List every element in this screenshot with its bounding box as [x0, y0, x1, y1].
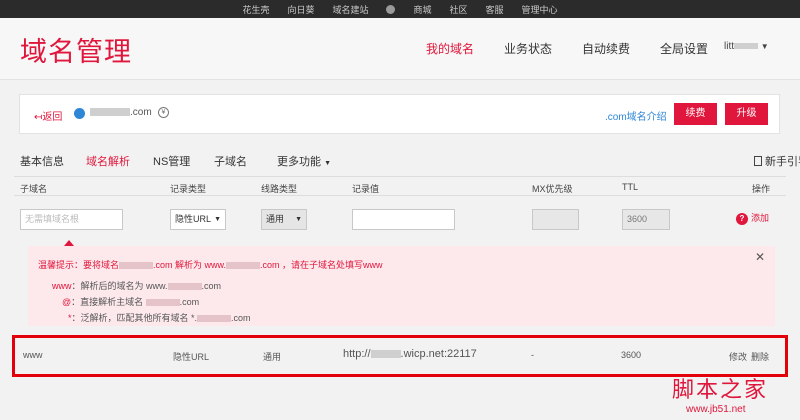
topbar-link-xiangrikui[interactable]: 向日葵 — [287, 3, 314, 16]
document-icon — [754, 156, 762, 166]
col-line-type: 线路类型 — [261, 184, 298, 194]
chevron-down-icon: ▼ — [214, 216, 221, 223]
watermark-url: www.jb51.net — [686, 404, 746, 415]
col-ttl: TTL — [622, 182, 639, 192]
chevron-down-icon: ▼ — [295, 216, 302, 223]
nav-business-status[interactable]: 业务状态 — [504, 40, 552, 57]
globe-icon — [74, 108, 85, 119]
line-type-value: 通用 — [266, 214, 285, 224]
record-ttl: 3600 — [621, 350, 642, 360]
topbar-link-huashengke[interactable]: 花生壳 — [242, 3, 269, 16]
chevron-down-icon: ▼ — [324, 160, 331, 167]
nav-global-settings[interactable]: 全局设置 — [660, 40, 708, 57]
topbar-link-shop[interactable]: 商城 — [413, 3, 431, 16]
upgrade-button[interactable]: 升级 — [725, 103, 768, 125]
close-icon[interactable]: ✕ — [755, 250, 765, 264]
new-record-form: 无需填域名根 隐性URL ▼ 通用 ▼ 3600 ? 添加 — [14, 200, 786, 240]
records-table-header: 子域名 记录类型 线路类型 记录值 MX优先级 TTL 操作 — [14, 176, 786, 196]
record-type-value: 隐性URL — [175, 214, 212, 224]
tip-box: 温馨提示：要将域名 .com 解析为 www. .com ，请在子域名处填写www … — [28, 246, 775, 326]
user-menu[interactable]: litt ▼ — [724, 41, 769, 52]
topbar-link-service[interactable]: 客服 — [486, 3, 504, 16]
question-icon: ? — [736, 213, 748, 225]
beginner-guide-label: 新手引导 — [765, 156, 800, 168]
tab-dns-resolution[interactable]: 域名解析 — [86, 153, 130, 169]
domain-name: .com — [90, 107, 152, 118]
tip-line-at: @：直接解析主域名 .com — [62, 297, 200, 307]
ttl-input[interactable]: 3600 — [622, 209, 670, 230]
renew-button[interactable]: 续费 — [674, 103, 717, 125]
col-subdomain: 子域名 — [20, 184, 48, 194]
tip-title: 温馨提示：要将域名 .com 解析为 www. .com ，请在子域名处填写www — [38, 260, 383, 270]
tab-more-label: 更多功能 — [277, 156, 321, 168]
record-type: 隐性URL — [173, 352, 210, 362]
record-value: http://.wicp.net:22117 — [343, 348, 477, 360]
chevron-down-icon: ▼ — [760, 42, 769, 51]
tab-basic-info[interactable]: 基本信息 — [20, 153, 64, 169]
add-record-button[interactable]: ? 添加 — [736, 211, 769, 225]
domain-suffix: .com — [130, 107, 152, 118]
topbar-link-admin[interactable]: 管理中心 — [522, 3, 558, 16]
subdomain-input[interactable]: 无需填域名根 — [20, 209, 123, 230]
main-nav: 我的域名 业务状态 自动续费 全局设置 — [426, 40, 738, 57]
watermark: 脚本之家 www.jb51.net — [672, 372, 800, 420]
record-subdomain: www — [23, 350, 43, 360]
watermark-logo: 脚本之家 — [672, 378, 769, 403]
mx-priority-input[interactable] — [532, 209, 579, 230]
info-icon[interactable]: ¥ — [158, 107, 169, 118]
topbar-link-domain-site[interactable]: 域名建站 — [332, 3, 368, 16]
tip-line-wildcard: *：泛解析，匹配其他所有域名 *. .com — [68, 313, 251, 323]
col-mx-priority: MX优先级 — [532, 184, 573, 194]
top-site-bar: 花生壳 向日葵 域名建站 商城 社区 客服 管理中心 — [0, 0, 800, 18]
tab-subdomain[interactable]: 子域名 — [214, 153, 247, 169]
record-line: 通用 — [263, 352, 282, 362]
edit-link[interactable]: 修改 — [729, 350, 747, 363]
table-row: www 隐性URL 通用 http://.wicp.net:22117 - 36… — [12, 335, 788, 377]
nav-auto-renew[interactable]: 自动续费 — [582, 40, 630, 57]
tab-more-functions[interactable]: 更多功能 ▼ — [277, 153, 331, 169]
globe-icon — [386, 4, 396, 14]
page-title: 域名管理 — [20, 37, 132, 68]
nav-my-domains[interactable]: 我的域名 — [426, 40, 474, 57]
record-value-input[interactable] — [352, 209, 455, 230]
domain-tabs: 基本信息 域名解析 NS管理 子域名 更多功能 ▼ 新手引导 — [20, 153, 800, 171]
back-link[interactable]: ↤返回 — [34, 108, 62, 123]
beginner-guide-link[interactable]: 新手引导 — [754, 153, 800, 169]
delete-link[interactable]: 删除 — [751, 350, 769, 363]
record-type-select[interactable]: 隐性URL ▼ — [170, 209, 226, 230]
user-name: litt — [724, 41, 734, 52]
col-record-value: 记录值 — [352, 184, 380, 194]
tip-line-www: www：解析后的域名为 www. .com — [52, 281, 222, 291]
topbar-link-community[interactable]: 社区 — [450, 3, 468, 16]
col-record-type: 记录类型 — [170, 184, 207, 194]
line-type-select[interactable]: 通用 ▼ — [261, 209, 307, 230]
page-header: 域名管理 我的域名 业务状态 自动续费 全局设置 litt ▼ — [0, 18, 800, 80]
col-actions: 操作 — [752, 184, 771, 194]
add-label: 添加 — [751, 213, 770, 223]
domain-info-bar: ↤返回 .com ¥ .com域名介绍 续费 升级 — [19, 94, 780, 134]
domain-intro-link[interactable]: .com域名介绍 — [605, 108, 667, 123]
record-mx: - — [531, 350, 534, 360]
tab-ns-management[interactable]: NS管理 — [153, 153, 190, 169]
